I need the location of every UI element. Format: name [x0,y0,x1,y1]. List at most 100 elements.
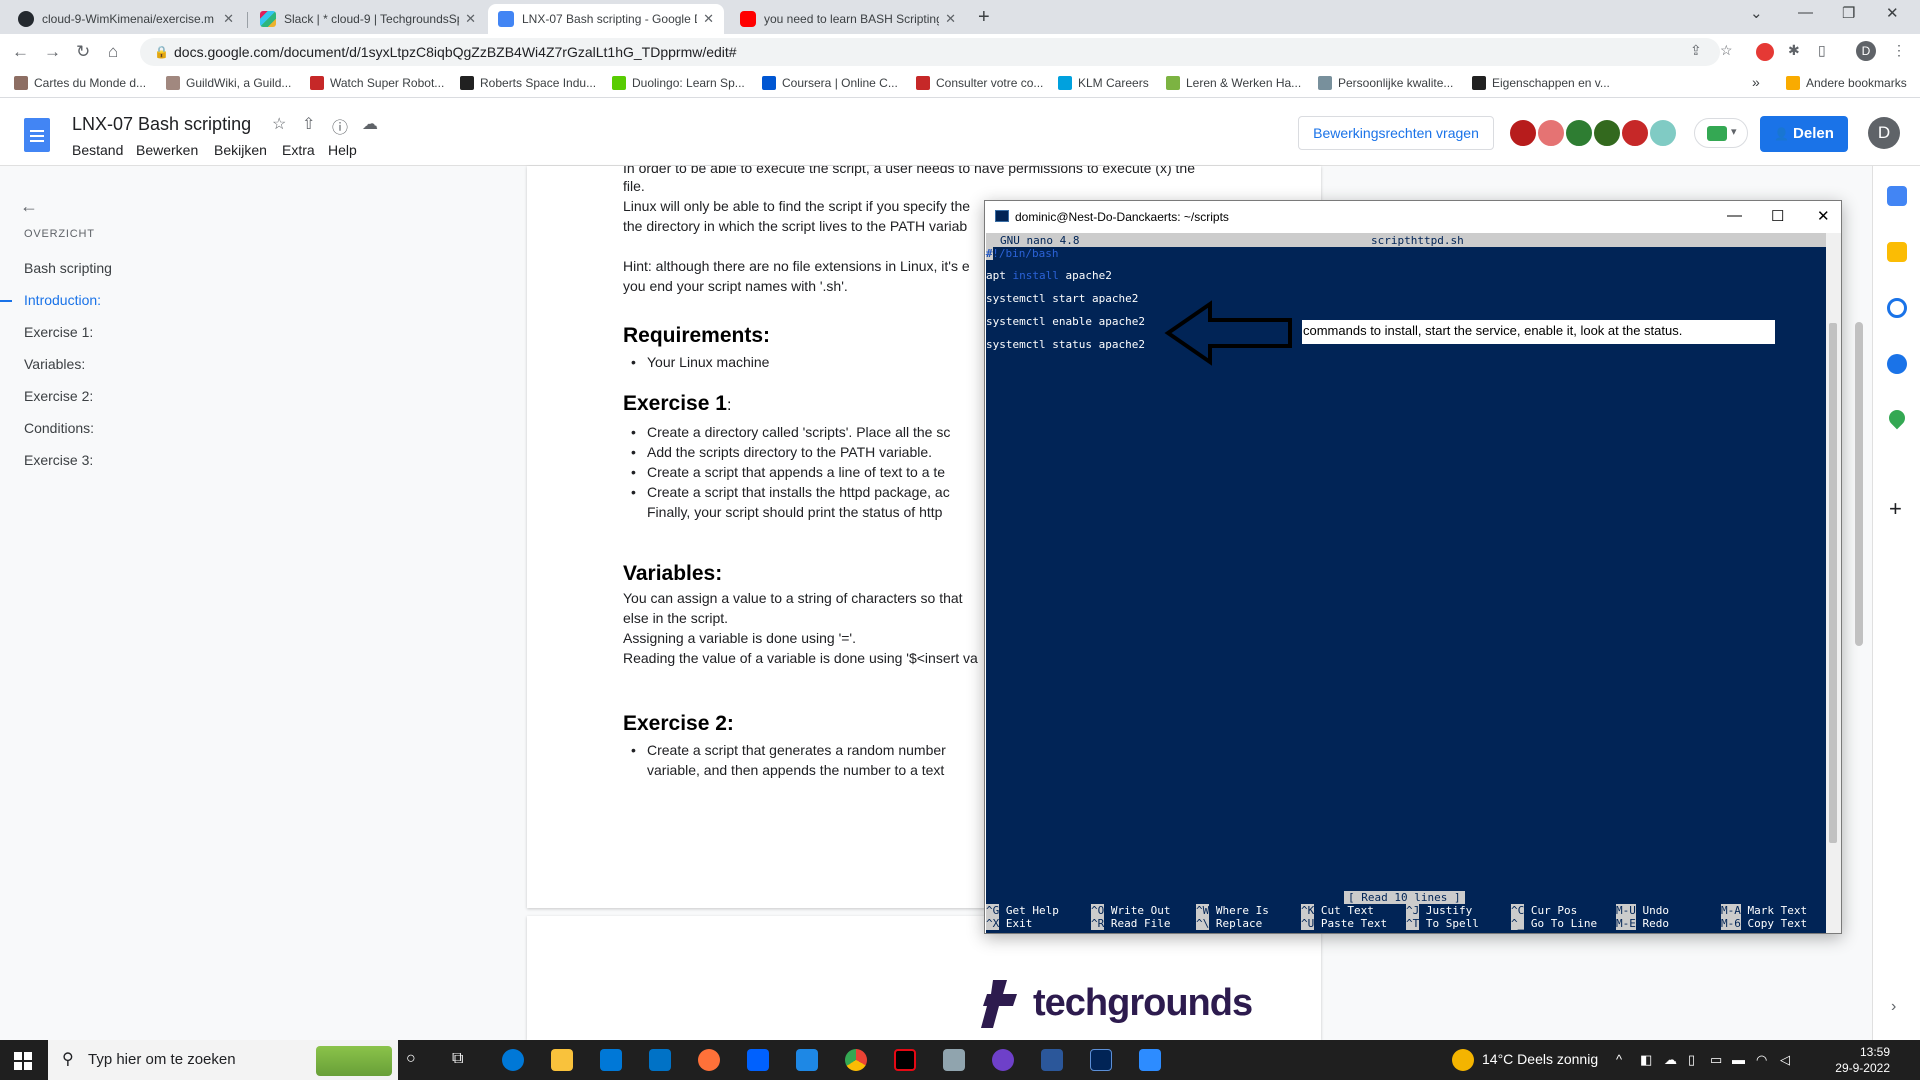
outline-item[interactable]: Conditions: [24,420,94,436]
shortcut-exit[interactable]: ^X Exit [986,917,1032,930]
battery-icon[interactable]: ▬ [1732,1052,1745,1067]
terminal-scrollbar[interactable] [1826,233,1841,933]
scrollbar-thumb[interactable] [1855,322,1863,646]
other-bookmarks[interactable]: Andere bookmarks [1786,76,1907,90]
weather-text[interactable]: 14°C Deels zonnig [1482,1051,1598,1067]
move-to-drive-icon[interactable]: ⇧ [302,114,315,134]
shortcut-redo[interactable]: M-E Redo [1616,917,1669,930]
bookmark-item[interactable]: Persoonlijke kwalite... [1318,76,1453,90]
side-panel-icon[interactable]: ▯ [1818,42,1826,59]
file-explorer-icon[interactable] [551,1049,573,1071]
wifi-icon[interactable]: ◠ [1756,1052,1767,1068]
keep-icon[interactable] [1887,242,1907,262]
outline-item[interactable]: Exercise 3: [24,452,93,468]
reload-button[interactable]: ↻ [76,42,90,62]
google-docs-logo-icon[interactable] [24,118,50,152]
share-button[interactable]: 👤 Delen [1760,116,1848,152]
collaborator-avatar[interactable] [1620,118,1650,148]
meet-now-icon[interactable]: ◧ [1640,1052,1652,1068]
shortcut-to-spell[interactable]: ^T To Spell [1406,917,1479,930]
bookmark-item[interactable]: Eigenschappen en v... [1472,76,1610,90]
bookmarks-overflow-button[interactable]: » [1752,74,1760,90]
meet-button[interactable]: ▾ [1694,118,1748,148]
document-scrollbar[interactable] [1852,166,1866,1040]
home-button[interactable]: ⌂ [108,42,118,62]
bookmark-item[interactable]: GuildWiki, a Guild... [166,76,291,90]
scrollbar-thumb[interactable] [1829,323,1837,843]
shortcut-replace[interactable]: ^\ Replace [1196,917,1262,930]
terminal-window[interactable]: dominic@Nest-Do-Danckaerts: ~/scripts — … [984,200,1842,934]
bookmark-item[interactable]: Cartes du Monde d... [14,76,146,90]
tab-youtube[interactable]: you need to learn BASH Scripting ✕ [730,4,966,34]
back-button[interactable]: ← [12,42,29,62]
minimize-window-button[interactable]: — [1798,4,1813,21]
collaborator-avatar[interactable] [1536,118,1566,148]
close-tab-icon[interactable]: ✕ [945,11,956,27]
app-icon[interactable] [796,1049,818,1071]
powershell-taskbar-icon[interactable] [1090,1049,1112,1071]
forward-button[interactable]: → [44,42,61,62]
cloud-saved-icon[interactable]: ☁ [362,114,378,134]
firefox-icon[interactable] [698,1049,720,1071]
bookmark-star-icon[interactable]: ☆ [1720,42,1733,59]
tab-search-chevron-icon[interactable]: ⌄ [1750,4,1763,22]
adblock-icon[interactable] [1756,43,1774,61]
bookmark-item[interactable]: KLM Careers [1058,76,1149,90]
star-icon[interactable]: ☆ [272,114,286,134]
back-arrow-icon[interactable]: ← [20,196,38,217]
shortcut-cut-text[interactable]: ^K Cut Text [1301,904,1374,917]
maps-icon[interactable] [1885,406,1909,430]
collaborator-avatar[interactable] [1564,118,1594,148]
bookmark-item[interactable]: Duolingo: Learn Sp... [612,76,745,90]
virtualbox-icon[interactable] [943,1049,965,1071]
task-view-icon[interactable]: ⧉ [452,1050,463,1068]
terminal-minimize-button[interactable]: — [1727,207,1742,224]
restore-window-button[interactable]: ❐ [1842,4,1855,22]
bookmark-item[interactable]: Coursera | Online C... [762,76,898,90]
cortana-icon[interactable]: ○ [406,1050,416,1068]
zoom-icon[interactable] [1139,1049,1161,1071]
bookmark-item[interactable]: Consulter votre co... [916,76,1043,90]
tab-github[interactable]: cloud-9-WimKimenai/exercise.m ✕ [8,4,244,34]
outline-item-active[interactable]: Introduction: [24,292,101,308]
document-title[interactable]: LNX-07 Bash scripting [72,114,251,135]
close-tab-icon[interactable]: ✕ [465,11,476,27]
share-page-icon[interactable]: ⇪ [1690,42,1702,59]
store-icon[interactable] [600,1049,622,1071]
shortcut-cur-pos[interactable]: ^C Cur Pos [1511,904,1577,917]
close-window-button[interactable]: ✕ [1886,4,1899,22]
outline-item[interactable]: Exercise 1: [24,324,93,340]
github-desktop-icon[interactable] [992,1049,1014,1071]
shortcut-paste-text[interactable]: ^U Paste Text [1301,917,1387,930]
outline-item[interactable]: Variables: [24,356,85,372]
shortcut-read-file[interactable]: ^R Read File [1091,917,1170,930]
word-icon[interactable] [1041,1049,1063,1071]
chrome-icon[interactable] [845,1049,867,1071]
browser-menu-icon[interactable]: ⋮ [1892,42,1906,59]
shortcut-mark-text[interactable]: M-A Mark Text [1721,904,1807,917]
shortcut-get-help[interactable]: ^G Get Help [986,904,1059,917]
windows-start-icon[interactable] [14,1052,32,1070]
tab-google-docs[interactable]: LNX-07 Bash scripting - Google D ✕ [488,4,724,34]
terminal-close-button[interactable]: ✕ [1817,207,1830,225]
terminal-titlebar[interactable]: dominic@Nest-Do-Danckaerts: ~/scripts — … [985,201,1841,233]
extensions-icon[interactable]: ✱ [1788,42,1800,59]
display-icon[interactable]: ▭ [1710,1052,1722,1068]
edge-icon[interactable] [502,1049,524,1071]
close-tab-icon[interactable]: ✕ [703,11,714,27]
contacts-icon[interactable] [1887,354,1907,374]
collaborator-avatar[interactable] [1508,118,1538,148]
collaborator-avatar[interactable] [1592,118,1622,148]
chevron-right-icon[interactable]: › [1891,998,1896,1016]
lock-icon[interactable]: 🔒 [154,45,169,59]
shortcut-write-out[interactable]: ^O Write Out [1091,904,1170,917]
terminal-maximize-button[interactable]: ☐ [1771,207,1784,225]
menu-edit[interactable]: Bewerken [136,142,198,158]
microphone-icon[interactable]: ▯ [1688,1052,1695,1068]
bookmark-item[interactable]: Leren & Werken Ha... [1166,76,1301,90]
address-bar[interactable]: 🔒 docs.google.com/document/d/1syxLtpzC8i… [140,38,1720,66]
chevron-up-icon[interactable]: ^ [1616,1052,1622,1067]
shortcut-justify[interactable]: ^J Justify [1406,904,1472,917]
account-avatar[interactable]: D [1868,117,1900,149]
menu-tools[interactable]: Extra [282,142,315,158]
